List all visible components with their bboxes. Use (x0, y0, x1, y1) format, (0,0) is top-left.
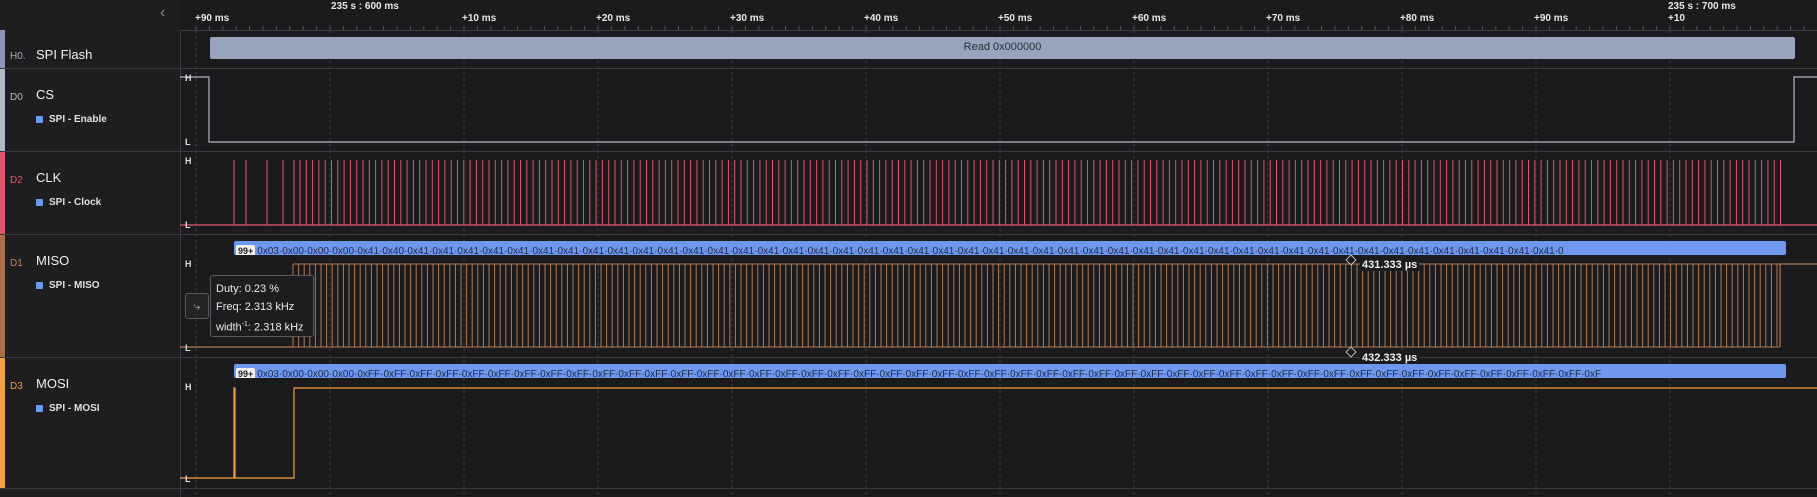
byte-values: 0x03·0x00·0x00·0x00·0x41·0x40·0x41·0x41·… (257, 246, 1564, 255)
low-level-label: L (185, 220, 191, 230)
tag-square-icon (36, 198, 43, 206)
measure-tool-icon[interactable]: ⤷ (185, 293, 209, 319)
analyzer-tag-label: SPI - MOSI (49, 403, 100, 414)
analyzer-tag-label: SPI - MISO (49, 280, 100, 291)
channel-row-cs[interactable]: D0 CS SPI - Enable H L (0, 69, 1817, 152)
tag-square-icon (36, 115, 43, 123)
analyzer-tag: SPI - Clock (36, 197, 101, 208)
analyzer-name: SPI Flash (36, 47, 93, 62)
frame-label: Read 0x000000 (963, 41, 1042, 53)
channel-id: D1 (10, 258, 23, 269)
miso-byte-strip[interactable]: 99+ 0x03·0x00·0x00·0x00·0x41·0x40·0x41·0x… (234, 241, 1786, 255)
mosi-byte-strip[interactable]: 99+ 0x03·0x00·0x00·0x00·0xFF·0xFF·0xFF·0x… (234, 364, 1786, 378)
analyzer-frame[interactable]: Read 0x000000 (210, 37, 1795, 59)
channel-id: D0 (10, 92, 23, 103)
channel-color-stripe (0, 30, 5, 68)
channel-color-stripe (0, 358, 5, 488)
analyzer-tag: SPI - MOSI (36, 403, 100, 414)
low-level-label: L (185, 343, 191, 353)
measurement-tooltip: Duty: 0.23 % Freq: 2.313 kHz width-1: 2.… (210, 275, 314, 337)
channel-id: D2 (10, 175, 23, 186)
channel-name: MISO (36, 253, 70, 268)
low-level-label: L (185, 137, 191, 147)
channel-color-stripe (0, 69, 5, 151)
freq-readout: Freq: 2.313 kHz (216, 301, 295, 313)
measurement-label-upper: 431.333 µs (1360, 259, 1420, 271)
channel-name: MOSI (36, 376, 70, 391)
high-level-label: H (185, 73, 192, 83)
high-level-label: H (185, 156, 192, 166)
channel-row-mosi[interactable]: D3 MOSI SPI - MOSI H L 99+ 0x03·0x00·0x00… (0, 358, 1817, 489)
tag-square-icon (36, 281, 43, 289)
high-level-label: H (185, 259, 192, 269)
channel-color-stripe (0, 152, 5, 234)
channel-color-stripe (0, 235, 5, 357)
channel-row-clk[interactable]: D2 CLK SPI - Clock H L (0, 152, 1817, 235)
analyzer-id: H0. (10, 51, 26, 62)
channel-id: D3 (10, 381, 23, 392)
analyzer-tag: SPI - MISO (36, 280, 100, 291)
measurement-label-lower: 432.333 µs (1360, 352, 1420, 364)
width-readout: width-1: 2.318 kHz (216, 321, 304, 334)
low-level-label: L (185, 474, 191, 484)
duty-readout: Duty: 0.23 % (216, 283, 279, 295)
analyzer-tag-label: SPI - Enable (49, 114, 107, 125)
tag-square-icon (36, 404, 43, 412)
byte-values: 0x03·0x00·0x00·0x00·0xFF·0xFF·0xFF·0xFF·… (257, 369, 1602, 378)
count-badge: 99+ (236, 368, 256, 378)
channel-name: CS (36, 87, 55, 102)
analyzer-tag-label: SPI - Clock (49, 197, 102, 208)
channel-name: CLK (36, 170, 62, 185)
count-badge: 99+ (236, 245, 256, 255)
high-level-label: H (185, 382, 192, 392)
analyzer-tag: SPI - Enable (36, 114, 107, 125)
analyzer-row[interactable]: H0. SPI Flash Read 0x000000 (0, 30, 1817, 69)
